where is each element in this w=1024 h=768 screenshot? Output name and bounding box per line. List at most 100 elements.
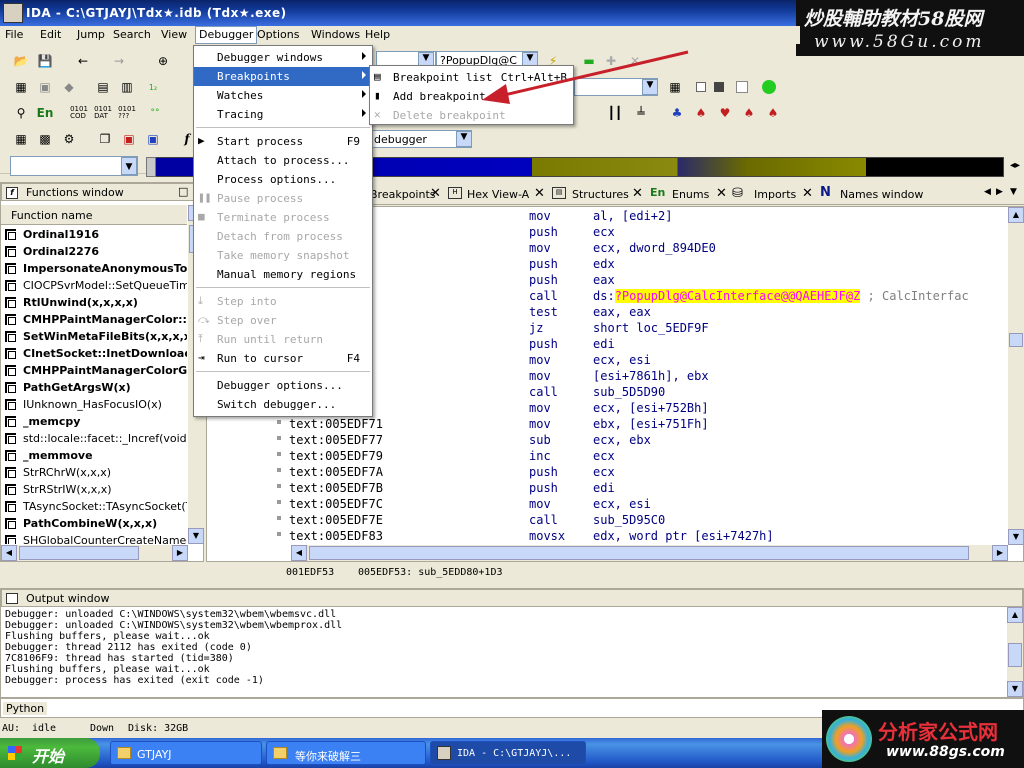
menu-options[interactable]: Options [257, 28, 299, 41]
menu-item-debugger-options[interactable]: Debugger options... [194, 376, 372, 395]
struct-icon[interactable]: ▥ [118, 78, 136, 96]
scroll-down-icon[interactable]: ▼ [1007, 681, 1023, 697]
tab-scroll-left-icon[interactable]: ◀ [984, 187, 991, 197]
close-tab-icon[interactable]: ✕ [430, 186, 441, 201]
close-tab-icon[interactable]: ✕ [802, 186, 813, 201]
data-icon[interactable]: ▣ [36, 78, 54, 96]
scroll-down-icon[interactable]: ▼ [1008, 529, 1024, 545]
function-name-column[interactable]: Function name [1, 205, 187, 225]
function-item[interactable]: CMHPPaintManagerColorGra [1, 362, 187, 379]
scroll-thumb[interactable] [19, 546, 139, 560]
menu-help[interactable]: Help [365, 28, 390, 41]
doc-icon[interactable]: ▤ [94, 78, 112, 96]
binoculars-icon[interactable]: ⊕ [154, 52, 172, 70]
disasm-scrollbar-v[interactable]: ▲ ▼ [1008, 207, 1024, 545]
scroll-left-icon[interactable]: ◀ [1, 545, 17, 561]
chip-icon[interactable]: ▩ [36, 130, 54, 148]
output-log[interactable]: Debugger: unloaded C:\WINDOWS\system32\w… [5, 609, 1001, 695]
close-tab-icon[interactable]: ✕ [716, 186, 727, 201]
function-item[interactable]: SHGlobalCounterCreateNamedW( [1, 532, 187, 544]
bits-icon[interactable]: 0101??? [118, 104, 136, 122]
menu-debugger[interactable]: Debugger [195, 26, 258, 44]
disassembly-listing[interactable]: 47moval, [edi+2]4Apushecx4Bmovecx, dword… [277, 209, 1005, 543]
function-item[interactable]: CIOCPSvrModel::SetQueueTimeo [1, 277, 187, 294]
menu-jump[interactable]: Jump [77, 28, 105, 41]
scroll-up-icon[interactable]: ▲ [1007, 607, 1023, 623]
segment-select[interactable] [10, 156, 138, 176]
functions-scrollbar-h[interactable]: ◀ ▶ [1, 545, 188, 561]
disasm-scrollbar-h[interactable]: ◀ ▶ [291, 545, 1008, 561]
function-item[interactable]: RtlUnwind(x,x,x,x) [1, 294, 187, 311]
close-tab-icon[interactable]: ✕ [632, 186, 643, 201]
combo-arrow-icon[interactable]: ▼ [121, 157, 137, 175]
code-icon[interactable]: ▦ [12, 78, 30, 96]
scroll-thumb[interactable] [1009, 333, 1023, 347]
highlighted-symbol[interactable]: ?PopupDlg@CalcInterface@@QAEHEJF@Z [614, 289, 861, 303]
python-label[interactable]: Python [3, 702, 48, 715]
function-item[interactable]: CInetSocket::InetDownload( [1, 345, 187, 362]
tab-scroll-right-icon[interactable]: ▶ [996, 187, 1003, 197]
app-icon[interactable] [3, 3, 23, 23]
graph-icon[interactable]: ♠ [740, 104, 758, 122]
scroll-up-icon[interactable]: ▲ [1008, 207, 1024, 223]
scroll-left-icon[interactable]: ◀ [291, 545, 307, 561]
small-square-icon[interactable] [736, 81, 748, 93]
function-item[interactable]: Ordinal2276 [1, 243, 187, 260]
menu-item-breakpoints[interactable]: Breakpoints [194, 67, 372, 86]
save-icon[interactable]: 💾 [36, 52, 54, 70]
code-bits-icon[interactable]: 0101 COD [70, 104, 88, 122]
function-item[interactable]: std::locale::facet::_Incref(void) [1, 430, 187, 447]
green-dot-icon[interactable] [762, 80, 776, 94]
function-item[interactable]: _memmove [1, 447, 187, 464]
person-icon[interactable]: ⚲ [12, 104, 30, 122]
function-item[interactable]: StrRStrIW(x,x,x) [1, 481, 187, 498]
gear-icon[interactable]: ⚙ [60, 130, 78, 148]
menu-search[interactable]: Search [113, 28, 151, 41]
menu-edit[interactable]: Edit [40, 28, 61, 41]
close-tab-icon[interactable]: ✕ [534, 186, 545, 201]
diamond-icon[interactable]: ◆ [60, 78, 78, 96]
menu-view[interactable]: View [161, 28, 187, 41]
combo-arrow-icon[interactable]: ▼ [456, 131, 472, 147]
xref-icon[interactable]: ♥ [716, 104, 734, 122]
offset-icon[interactable]: °° [146, 104, 164, 122]
forward-icon[interactable]: → [110, 52, 128, 70]
function-item[interactable]: CMHPPaintManagerColor::op [1, 311, 187, 328]
taskbar-button-folder[interactable]: 等你来破解三 [266, 741, 426, 765]
function-item[interactable]: Ordinal1916 [1, 226, 187, 243]
menu-item-process-options[interactable]: Process options... [194, 170, 372, 189]
menu-item-manual-memory-regions[interactable]: Manual memory regions [194, 265, 372, 284]
scroll-right-icon[interactable]: ▶ [992, 545, 1008, 561]
function-item[interactable]: SetWinMetaFileBits(x,x,x,x) [1, 328, 187, 345]
calc-icon[interactable]: ▦ [12, 130, 30, 148]
restore-icon[interactable]: □ [178, 185, 188, 198]
function-item[interactable]: TAsyncSocket::TAsyncSocket(TA [1, 498, 187, 515]
menu-item-start-process[interactable]: ▶ Start process F9 [194, 132, 372, 151]
output-scrollbar-v[interactable]: ▲ ▼ [1007, 607, 1023, 697]
open-icon[interactable]: 📂 [12, 52, 30, 70]
enum-icon[interactable]: En [36, 104, 54, 122]
taskbar-button-ida[interactable]: IDA - C:\GTJAYJ\... [430, 741, 586, 765]
menu-item-watches[interactable]: Watches [194, 86, 372, 105]
function-item[interactable]: _memcpy [1, 413, 187, 430]
start-button[interactable]: 开始 [0, 738, 100, 768]
menu-item-run-to-cursor[interactable]: ⇥ Run to cursor F4 [194, 349, 372, 368]
windows-icon[interactable]: ▣ [120, 130, 138, 148]
data-bits-icon[interactable]: 0101 DAT [94, 104, 112, 122]
menu-windows[interactable]: Windows [311, 28, 360, 41]
tab-menu-icon[interactable]: ▼ [1010, 187, 1017, 197]
menu-file[interactable]: File [5, 28, 23, 41]
menu-item-tracing[interactable]: Tracing [194, 105, 372, 124]
graph2-icon[interactable]: ♠ [764, 104, 782, 122]
black-square-icon[interactable] [714, 82, 724, 92]
windows2-icon[interactable]: ▣ [144, 130, 162, 148]
function-item[interactable]: ImpersonateAnonymousToke [1, 260, 187, 277]
scroll-right-icon[interactable]: ▶ [172, 545, 188, 561]
function-item[interactable]: IUnknown_HasFocusIO(x) [1, 396, 187, 413]
copy-icon[interactable]: ❐ [96, 130, 114, 148]
num-icon[interactable]: 1₂ [144, 78, 162, 96]
scroll-thumb[interactable] [309, 546, 969, 560]
nav-band-arrow-icon[interactable]: ◂▸ [1008, 157, 1022, 177]
function-item[interactable]: PathCombineW(x,x,x) [1, 515, 187, 532]
function-item[interactable]: PathGetArgsW(x) [1, 379, 187, 396]
